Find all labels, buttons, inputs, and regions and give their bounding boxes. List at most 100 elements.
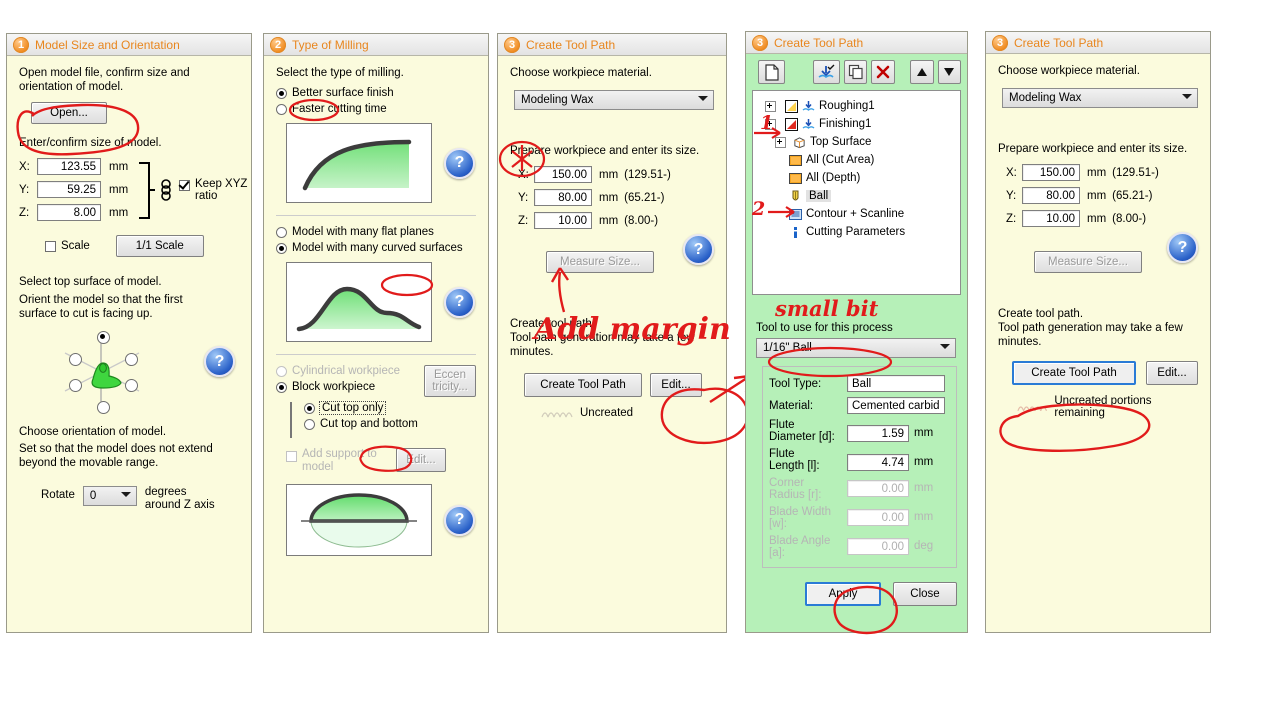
better-surface-label: Better surface finish <box>292 87 394 99</box>
flat-planes-radio[interactable] <box>276 226 287 238</box>
tree-item-top-surface[interactable]: Top Surface <box>753 133 960 151</box>
apply-button[interactable]: Apply <box>805 582 881 606</box>
edit-button-3[interactable]: Edit... <box>650 373 702 397</box>
help-icon-panel3[interactable]: ? <box>683 234 714 265</box>
tree-item-cut-area[interactable]: All (Cut Area) <box>753 151 960 169</box>
scale-ratio-button[interactable]: 1/1 Scale <box>115 235 204 257</box>
block-workpiece-radio[interactable] <box>276 381 287 393</box>
x-size-input[interactable] <box>37 158 101 175</box>
better-surface-radio[interactable] <box>276 87 287 99</box>
measure-size-button-5[interactable]: Measure Size... <box>1034 251 1142 273</box>
help-icon-panel5[interactable]: ? <box>1167 232 1198 263</box>
divider-1 <box>276 215 476 216</box>
cut-top-only-radio[interactable] <box>304 402 315 414</box>
panel5-z-range: (8.00-) <box>1112 212 1147 225</box>
new-document-icon[interactable] <box>758 60 786 84</box>
tool-select-value: 1/16" Ball <box>763 342 812 354</box>
orientation-radio-right-upper[interactable] <box>125 353 138 366</box>
radio-cylindrical-workpiece[interactable]: Cylindrical workpiece <box>276 365 424 377</box>
radio-block-workpiece[interactable]: Block workpiece <box>276 381 424 393</box>
tree-item-ball[interactable]: Ball <box>753 187 960 205</box>
orientation-selector[interactable] <box>19 327 239 419</box>
flute-length-unit: mm <box>914 456 934 468</box>
support-edit-button[interactable]: Edit... <box>396 448 446 472</box>
panel5-x-input[interactable] <box>1022 164 1080 181</box>
panel3-y-input[interactable] <box>534 189 592 206</box>
panel1-intro-text: Open model file, confirm size and orient… <box>19 67 190 93</box>
y-size-input[interactable] <box>37 181 101 198</box>
tree-item-contour-scanline[interactable]: Contour + Scanline <box>753 205 960 223</box>
curved-surfaces-radio[interactable] <box>276 242 287 254</box>
help-icon-model-type[interactable]: ? <box>444 286 475 318</box>
tree-item-roughing1[interactable]: Roughing1 <box>753 97 960 115</box>
tree-item-finishing1[interactable]: Finishing1 <box>753 115 960 133</box>
panel3-z-input[interactable] <box>534 212 592 229</box>
move-up-icon[interactable] <box>910 60 934 84</box>
material-row: Material: <box>769 397 950 414</box>
orientation-radio-right-lower[interactable] <box>125 379 138 392</box>
panel3-status-text: Uncreated <box>580 407 634 419</box>
close-button[interactable]: Close <box>893 582 957 606</box>
panel5-x-label: X: <box>1006 166 1017 179</box>
keep-ratio-checkbox-box[interactable] <box>179 180 190 191</box>
block-workpiece-label: Block workpiece <box>292 381 376 393</box>
tree-item-cutting-parameters[interactable]: Cutting Parameters <box>753 223 960 241</box>
radio-curved-surfaces[interactable]: Model with many curved surfaces <box>276 242 476 254</box>
radio-faster-cutting-time[interactable]: Faster cutting time <box>276 103 476 115</box>
chevron-down-icon-tool <box>940 344 950 349</box>
add-support-checkbox[interactable] <box>286 451 297 462</box>
panel1-orient-hint: Orient the model so that the first surfa… <box>19 294 183 320</box>
cylindrical-workpiece-radio[interactable] <box>276 365 287 377</box>
measure-size-button-3[interactable]: Measure Size... <box>546 251 654 273</box>
keep-xyz-ratio-checkbox[interactable]: Keep XYZ ratio <box>179 178 251 202</box>
flute-diameter-input[interactable] <box>847 425 909 442</box>
panel3-status-row: Uncreated <box>540 407 714 419</box>
chevron-down-icon-material-5 <box>1182 94 1192 99</box>
flute-length-label: Flute Length [l]: <box>769 448 820 472</box>
insert-icon[interactable] <box>812 60 840 84</box>
expander-icon-top-surface[interactable] <box>775 136 786 148</box>
panel5-y-input[interactable] <box>1022 187 1080 204</box>
orientation-radio-left-lower[interactable] <box>69 379 82 392</box>
copy-icon[interactable] <box>843 60 868 84</box>
orientation-radio-bottom[interactable] <box>97 401 110 414</box>
panel5-z-input[interactable] <box>1022 210 1080 227</box>
eccentricity-line1: Eccen <box>434 369 466 381</box>
help-icon-workpiece[interactable]: ? <box>444 504 475 536</box>
chevron-down-icon-rotate <box>120 492 131 497</box>
create-tool-path-button-3[interactable]: Create Tool Path <box>524 373 642 397</box>
open-button[interactable]: Open... <box>31 102 107 124</box>
cut-top-bottom-radio[interactable] <box>304 418 315 430</box>
flute-length-input[interactable] <box>847 454 909 471</box>
radio-better-surface-finish[interactable]: Better surface finish <box>276 87 476 99</box>
tool-select[interactable]: 1/16" Ball <box>756 338 956 358</box>
orientation-radio-left-upper[interactable] <box>69 353 82 366</box>
blade-angle-unit: deg <box>914 540 934 552</box>
panel5-y-range: (65.21-) <box>1112 189 1153 202</box>
tree-item-depth[interactable]: All (Depth) <box>753 169 960 187</box>
radio-flat-planes[interactable]: Model with many flat planes <box>276 226 476 238</box>
move-down-icon[interactable] <box>937 60 962 84</box>
panel5-size-prompt: Prepare workpiece and enter its size. <box>998 143 1188 155</box>
help-icon-milling-type[interactable]: ? <box>444 147 475 179</box>
expander-icon-roughing1[interactable] <box>765 100 776 112</box>
z-size-input[interactable] <box>37 204 101 221</box>
radio-cut-top-only[interactable]: Cut top only <box>304 401 476 415</box>
scale-checkbox[interactable] <box>45 240 56 252</box>
parameters-icon <box>794 226 797 238</box>
eccentricity-button[interactable]: Eccen tricity... <box>424 365 476 397</box>
edit-button-5[interactable]: Edit... <box>1146 361 1198 385</box>
tool-path-tree[interactable]: Roughing1 Finishing1 Top Surface All (Cu… <box>752 90 961 295</box>
delete-icon[interactable] <box>871 60 895 84</box>
tool-icon <box>792 190 799 200</box>
panel3-x-input[interactable] <box>534 166 592 183</box>
x-unit: mm <box>109 160 129 173</box>
radio-cut-top-and-bottom[interactable]: Cut top and bottom <box>304 418 476 430</box>
rotate-unit-label: degrees around Z axis <box>145 486 215 512</box>
create-tool-path-button-5[interactable]: Create Tool Path <box>1012 361 1136 385</box>
rotate-degrees-select[interactable]: 0 <box>82 486 137 506</box>
faster-cutting-radio[interactable] <box>276 103 287 115</box>
orientation-radio-top[interactable] <box>97 331 110 344</box>
material-select-3[interactable]: Modeling Wax <box>514 90 714 110</box>
material-select-5[interactable]: Modeling Wax <box>1002 88 1198 108</box>
